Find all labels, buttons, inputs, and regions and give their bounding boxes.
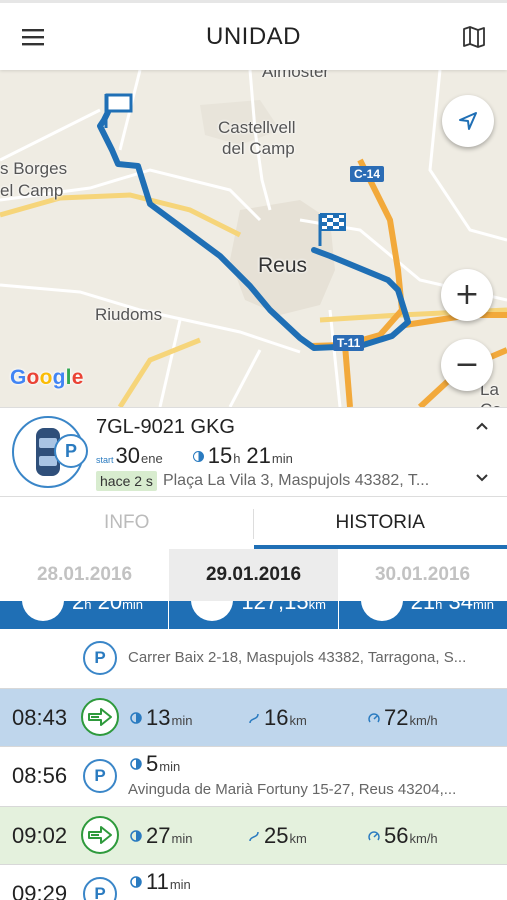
drive-arrow-icon: [81, 698, 119, 736]
history-timeline: P Carrer Baix 2-18, Maspujols 43382, Tar…: [0, 629, 507, 900]
list-item-stop[interactable]: 08:56 P 5 min Avinguda de Marià Fortuny 1…: [0, 747, 507, 806]
duration-hours: 15: [207, 443, 233, 468]
trip-duration: 13 min: [130, 705, 192, 731]
day-summary: 2h 20min 127,15km 21h 34min: [0, 601, 507, 629]
trip-start-time: 08:43: [12, 705, 68, 730]
clock-icon: [130, 829, 142, 842]
menu-button[interactable]: [0, 4, 66, 70]
drive-arrow-icon: [22, 601, 64, 621]
date-current[interactable]: 29.01.2016: [169, 549, 338, 601]
map-label-castellvell-line2: del Camp: [222, 139, 295, 158]
duration-minutes-unit: min: [271, 451, 293, 466]
road-shield-c14: C-14: [350, 166, 385, 182]
vehicle-location-line: hace 2 s Plaça La Vila 3, Maspujols 4338…: [96, 471, 429, 491]
chevron-up-icon[interactable]: [475, 418, 489, 436]
distance-icon: [248, 829, 260, 842]
road-shield-t11: T-11: [333, 335, 365, 351]
start-month: ene: [141, 451, 163, 466]
top-app-bar: UNIDAD: [0, 0, 507, 70]
summary-distance-value: 127,15km: [241, 601, 326, 614]
stop-start-time: 08:56: [12, 763, 68, 788]
duration-hours-unit: h: [233, 451, 241, 466]
speedometer-icon: [368, 829, 380, 841]
map-label-reus: Reus: [258, 254, 308, 277]
trip-start-time: 09:02: [12, 823, 68, 848]
trip-distance: 25 km: [248, 823, 307, 849]
summary-drive-time-value: 2h 20min: [72, 601, 144, 614]
trip-speed: 56 km/h: [368, 823, 438, 849]
trip-speed: 72 km/h: [368, 705, 438, 731]
stop-start-time: 09:29: [12, 881, 68, 900]
list-item-stop[interactable]: 09:29 P 11 min: [0, 865, 507, 900]
map-label-borges-line1: s Borges: [0, 159, 68, 178]
last-update-badge: hace 2 s: [96, 471, 157, 491]
start-day: 30: [115, 443, 140, 468]
start-label: start: [96, 455, 114, 465]
trip-duration: 27 min: [130, 823, 192, 849]
list-item-trip[interactable]: 09:02 27 min 25 km 56 km/h: [0, 806, 507, 865]
vehicle-status-line: start 30 ene 15 h 21 min: [96, 443, 293, 469]
navigation-arrow-icon: [459, 112, 477, 130]
duration-minutes: 21: [246, 443, 271, 468]
tab-divider: [253, 509, 254, 539]
locate-button[interactable]: [442, 95, 494, 147]
vehicle-plate: 7GL-9021 GKG: [96, 416, 235, 438]
clock-icon: [130, 711, 142, 724]
parking-icon: P: [83, 759, 117, 793]
map-label-almoster: Almoster: [262, 70, 330, 81]
page-title: UNIDAD: [205, 22, 301, 50]
stop-address: Carrer Baix 2-18, Maspujols 43382, Tarra…: [128, 649, 467, 666]
clock-icon: [130, 875, 142, 888]
zoom-out-button[interactable]: −: [441, 339, 493, 391]
parking-icon: P: [83, 641, 117, 675]
map-view-button[interactable]: [441, 4, 507, 70]
stop-duration: 5 min: [130, 751, 180, 777]
parking-icon: [360, 601, 403, 621]
trip-distance: 16 km: [248, 705, 307, 731]
summary-parked-time: 21h 34min: [339, 601, 507, 629]
zoom-in-button[interactable]: +: [441, 269, 493, 321]
route-map[interactable]: Almoster Castellvell del Camp s Borges e…: [0, 70, 507, 407]
tab-info[interactable]: INFO: [0, 497, 254, 549]
map-label-castellvell-line1: Castellvell: [218, 118, 296, 137]
menu-icon: [22, 28, 44, 45]
summary-parked-time-value: 21h 34min: [410, 601, 494, 614]
date-selector: 28.01.2016 29.01.2016 30.01.2016: [0, 549, 507, 601]
distance-icon: [191, 601, 234, 621]
list-item-trip[interactable]: 08:43 13 min 16 km 72 km/h: [0, 688, 507, 747]
summary-drive-time: 2h 20min: [0, 601, 170, 629]
app: UNIDAD Almoster Castellvell del Camp s B…: [0, 0, 507, 900]
map-label-riudoms: Riudoms: [95, 305, 163, 324]
parking-icon: P: [54, 434, 88, 468]
stop-address: Avinguda de Marià Fortuny 15-27, Reus 43…: [128, 781, 457, 798]
map-label-borges-line2: el Camp: [0, 181, 64, 200]
tab-historia[interactable]: HISTORIA: [253, 497, 507, 549]
map-icon: [463, 25, 485, 48]
speedometer-icon: [368, 711, 380, 723]
parking-icon: P: [83, 877, 117, 900]
chevron-down-icon[interactable]: [475, 470, 489, 488]
google-logo: Google: [10, 366, 84, 389]
list-item-stop[interactable]: P Carrer Baix 2-18, Maspujols 43382, Tar…: [0, 629, 507, 688]
vehicle-address: Plaça La Vila 3, Maspujols 43382, T...: [162, 472, 430, 489]
clock-icon: [130, 757, 142, 770]
vehicle-card[interactable]: P 7GL-9021 GKG start 30 ene 15 h 21 min …: [0, 407, 507, 497]
date-previous[interactable]: 28.01.2016: [0, 549, 169, 601]
summary-distance: 127,15km: [169, 601, 339, 629]
distance-icon: [248, 711, 260, 724]
drive-arrow-icon: [81, 816, 119, 854]
duration-clock-icon: [192, 451, 204, 462]
stop-duration: 11 min: [130, 869, 191, 895]
date-next[interactable]: 30.01.2016: [338, 549, 507, 601]
